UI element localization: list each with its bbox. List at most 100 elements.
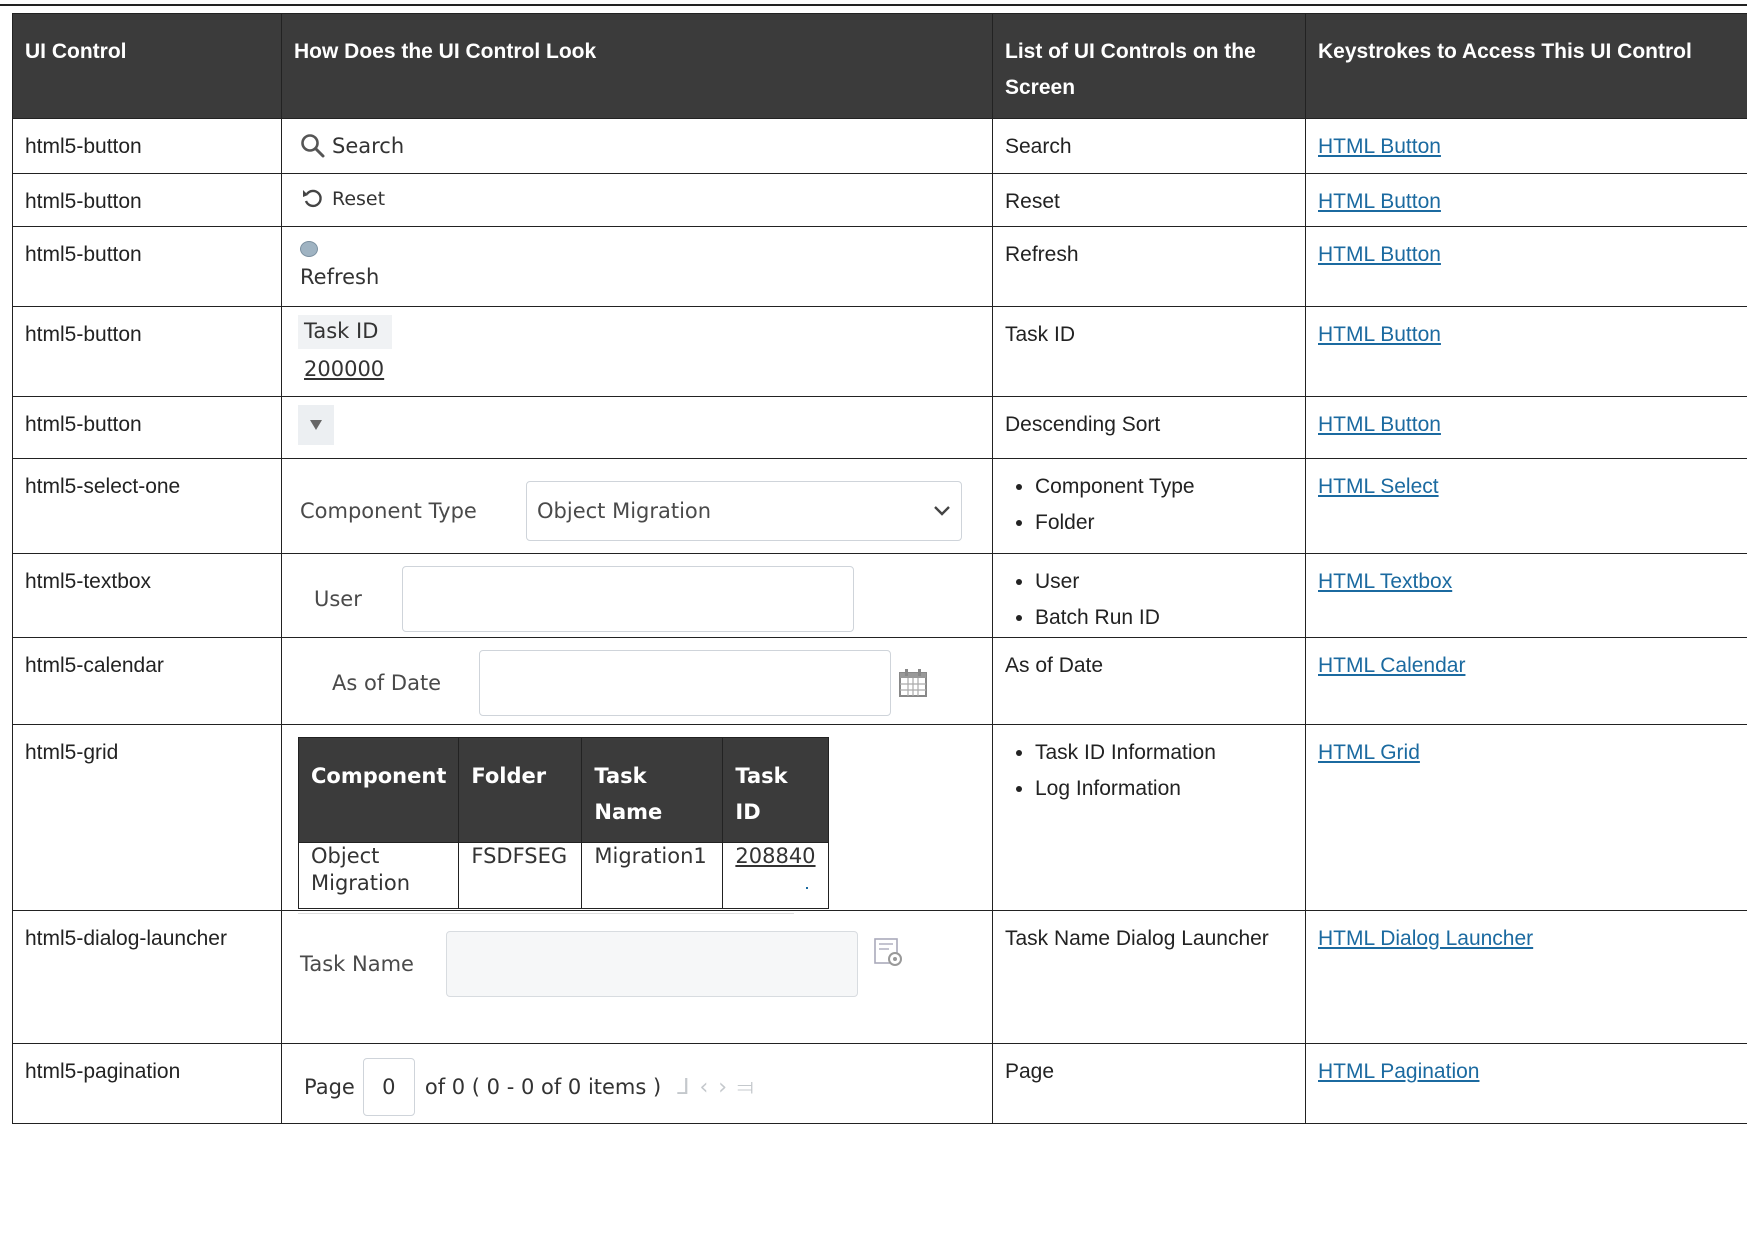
screen-item: Log Information bbox=[1035, 771, 1293, 807]
row-control: html5-select-one bbox=[12, 458, 282, 554]
row-control: html5-button bbox=[12, 118, 282, 174]
row-control: html5-grid bbox=[12, 724, 282, 911]
sample-cell: Task Name bbox=[281, 910, 993, 1044]
header-ui-control: UI Control bbox=[12, 13, 282, 119]
next-page-icon[interactable]: › bbox=[718, 1075, 737, 1100]
row-control: html5-dialog-launcher bbox=[12, 910, 282, 1044]
reset-button-sample: Reset bbox=[302, 188, 980, 210]
sample-cell: User bbox=[281, 553, 993, 638]
screen-item: Descending Sort bbox=[992, 396, 1306, 459]
row-control: html5-button bbox=[12, 306, 282, 397]
component-type-label: Component Type bbox=[300, 499, 477, 523]
dialog-launcher-icon[interactable] bbox=[872, 936, 906, 970]
grid-header-folder[interactable]: Folder bbox=[458, 737, 583, 843]
keystroke-link[interactable]: HTML Select bbox=[1318, 475, 1439, 498]
calendar-sample: As of Date bbox=[332, 650, 980, 716]
top-rule bbox=[0, 4, 1747, 6]
reset-icon bbox=[303, 189, 322, 208]
screen-items-cell: Task ID Information Log Information bbox=[992, 724, 1306, 911]
grid-header-task-name[interactable]: Task Name bbox=[581, 737, 724, 843]
screen-item: Component Type bbox=[1035, 469, 1293, 505]
keystroke-link[interactable]: HTML Button bbox=[1318, 323, 1441, 346]
page-label: Page bbox=[304, 1075, 355, 1099]
user-input[interactable] bbox=[402, 566, 854, 632]
grid-row-divider bbox=[298, 913, 794, 914]
keystroke-link[interactable]: HTML Button bbox=[1318, 135, 1441, 158]
header-controls-list: List of UI Controls on the Screen bbox=[992, 13, 1306, 119]
refresh-button-sample: Refresh bbox=[300, 241, 980, 288]
keystroke-cell: HTML Button bbox=[1305, 306, 1747, 397]
pagination-sample: Page 0 of 0 ( 0 - 0 of 0 items ) ⅃‹›⫤ bbox=[304, 1058, 980, 1116]
row-control: html5-button bbox=[12, 226, 282, 307]
grid-cell-task-name: Migration1 bbox=[581, 842, 724, 909]
screen-items-cell: User Batch Run ID bbox=[992, 553, 1306, 638]
prev-page-icon[interactable]: ‹ bbox=[699, 1075, 718, 1100]
keystroke-link[interactable]: HTML Calendar bbox=[1318, 654, 1465, 677]
screen-items-cell: Component Type Folder bbox=[992, 458, 1306, 554]
row-control: html5-pagination bbox=[12, 1043, 282, 1124]
row-control: html5-button bbox=[12, 396, 282, 459]
sample-cell: Search bbox=[281, 118, 993, 174]
refresh-icon bbox=[300, 241, 318, 257]
sort-descending-icon bbox=[310, 420, 322, 430]
search-icon bbox=[301, 134, 325, 158]
dialog-launcher-sample: Task Name bbox=[300, 931, 980, 997]
page-summary: of 0 ( 0 - 0 of 0 items ) bbox=[424, 1075, 662, 1099]
select-sample: Component Type Object Migration bbox=[300, 481, 980, 541]
component-type-value: Object Migration bbox=[537, 499, 712, 523]
screen-item: As of Date bbox=[992, 637, 1306, 725]
first-page-icon[interactable]: ⅃ bbox=[677, 1075, 699, 1100]
mini-grid: Component Folder Task Name Task ID Objec… bbox=[297, 737, 829, 909]
sample-cell: Component Type Object Migration bbox=[281, 458, 993, 554]
component-type-select[interactable]: Object Migration bbox=[526, 481, 962, 541]
sample-cell: Component Folder Task Name Task ID Objec… bbox=[281, 724, 993, 914]
screen-item: Search bbox=[992, 118, 1306, 174]
grid-cell-task-id[interactable]: 208840 bbox=[722, 842, 829, 909]
calendar-icon[interactable] bbox=[897, 667, 929, 699]
grid-header-component[interactable]: Component bbox=[297, 737, 460, 843]
keystroke-link[interactable]: HTML Dialog Launcher bbox=[1318, 927, 1533, 950]
chevron-down-icon bbox=[934, 506, 950, 516]
screen-item: Batch Run ID bbox=[1035, 600, 1293, 636]
keystroke-cell: HTML Button bbox=[1305, 118, 1747, 174]
screen-item: Refresh bbox=[992, 226, 1306, 307]
screen-item: User bbox=[1035, 564, 1293, 600]
sample-cell: As of Date bbox=[281, 637, 993, 725]
user-label: User bbox=[314, 587, 362, 611]
page-input[interactable]: 0 bbox=[362, 1058, 415, 1116]
row-control: html5-textbox bbox=[12, 553, 282, 638]
screen-item: Task Name Dialog Launcher bbox=[992, 910, 1306, 1044]
sort-descending-button[interactable] bbox=[298, 405, 334, 445]
keystroke-link[interactable]: HTML Grid bbox=[1318, 741, 1420, 764]
page-value: 0 bbox=[382, 1075, 396, 1099]
grid-header-task-id[interactable]: Task ID bbox=[722, 737, 829, 843]
taskid-value-link[interactable]: 200000 bbox=[304, 357, 980, 381]
screen-item: Reset bbox=[992, 173, 1306, 227]
taskid-header: Task ID bbox=[298, 315, 393, 349]
ui-controls-table: UI Control How Does the UI Control Look … bbox=[12, 13, 1747, 1124]
keystroke-link[interactable]: HTML Textbox bbox=[1318, 570, 1452, 593]
screen-item: Page bbox=[992, 1043, 1306, 1124]
grid-dot bbox=[806, 887, 808, 889]
keystroke-link[interactable]: HTML Button bbox=[1318, 413, 1441, 436]
grid-cell-component: Object Migration bbox=[297, 842, 460, 909]
keystroke-cell: HTML Calendar bbox=[1305, 637, 1747, 725]
grid-sample: Component Folder Task Name Task ID Objec… bbox=[297, 737, 980, 914]
task-name-input[interactable] bbox=[446, 931, 858, 997]
task-name-label: Task Name bbox=[300, 952, 414, 976]
grid-cell-folder: FSDFSEG bbox=[458, 842, 583, 909]
screen-item: Task ID Information bbox=[1035, 735, 1293, 771]
row-control: html5-calendar bbox=[12, 637, 282, 725]
keystroke-link[interactable]: HTML Button bbox=[1318, 243, 1441, 266]
taskid-sample: Task ID 200000 bbox=[298, 315, 980, 381]
keystroke-link[interactable]: HTML Button bbox=[1318, 190, 1441, 213]
last-page-icon[interactable]: ⫤ bbox=[737, 1075, 764, 1100]
search-label: Search bbox=[332, 134, 405, 158]
keystroke-cell: HTML Dialog Launcher bbox=[1305, 910, 1747, 1044]
header-keystrokes: Keystrokes to Access This UI Control bbox=[1305, 13, 1747, 119]
keystroke-cell: HTML Button bbox=[1305, 226, 1747, 307]
keystroke-link[interactable]: HTML Pagination bbox=[1318, 1060, 1479, 1083]
search-button-sample: Search bbox=[300, 133, 980, 159]
as-of-date-label: As of Date bbox=[332, 671, 442, 695]
as-of-date-input[interactable] bbox=[479, 650, 891, 716]
